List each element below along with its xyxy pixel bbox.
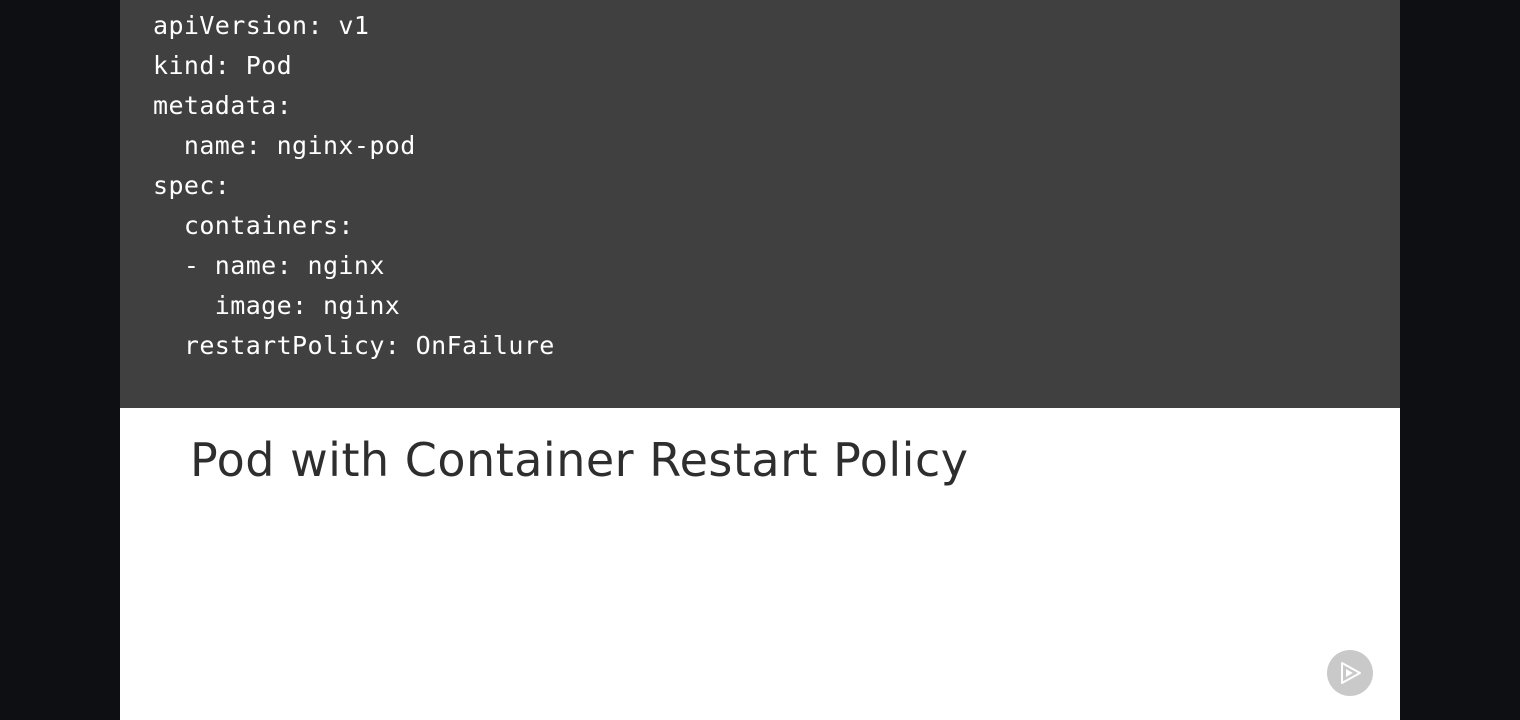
code-line: - name: nginx bbox=[153, 251, 385, 280]
code-line: containers: bbox=[153, 211, 354, 240]
code-line: image: nginx bbox=[153, 291, 401, 320]
code-line: apiVersion: v1 bbox=[153, 11, 370, 40]
play-triangle-icon bbox=[1341, 662, 1361, 684]
slide-title: Pod with Container Restart Policy bbox=[190, 433, 969, 487]
code-line: name: nginx-pod bbox=[153, 131, 416, 160]
code-line: spec: bbox=[153, 171, 231, 200]
code-line: kind: Pod bbox=[153, 51, 293, 80]
yaml-code-block: apiVersion: v1 kind: Pod metadata: name:… bbox=[120, 0, 1400, 408]
code-line: metadata: bbox=[153, 91, 293, 120]
code-line: restartPolicy: OnFailure bbox=[153, 331, 555, 360]
slide: apiVersion: v1 kind: Pod metadata: name:… bbox=[120, 0, 1400, 720]
play-logo-icon bbox=[1327, 650, 1373, 696]
video-frame: apiVersion: v1 kind: Pod metadata: name:… bbox=[0, 0, 1520, 720]
